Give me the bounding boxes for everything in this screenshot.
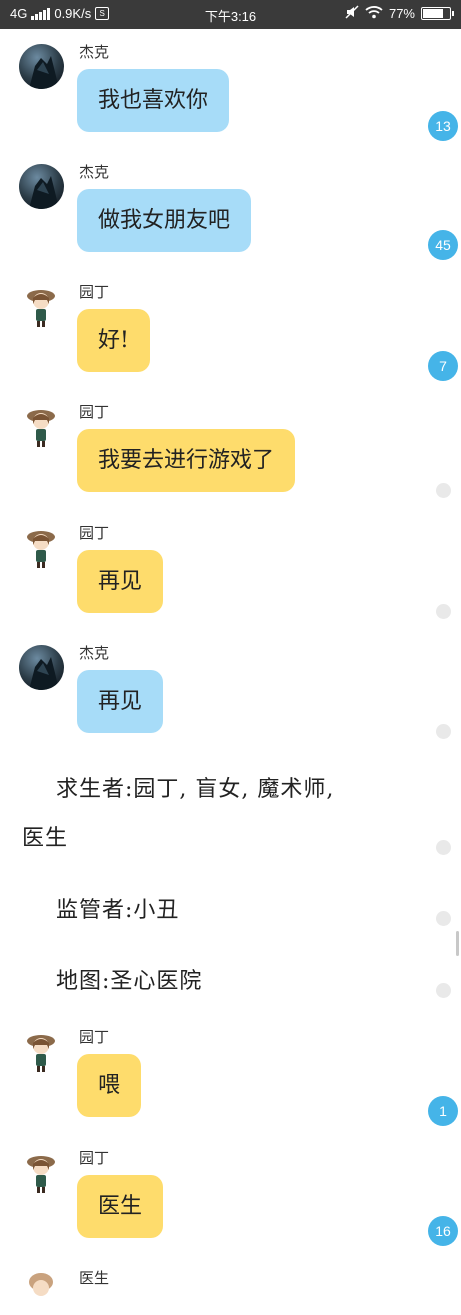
scrollbar-thumb[interactable]: [456, 931, 459, 956]
jack-avatar[interactable]: [19, 44, 64, 89]
gardener-avatar[interactable]: [19, 1150, 64, 1195]
message-bubble[interactable]: 好!: [77, 309, 150, 372]
message-count-badge[interactable]: 16: [428, 1216, 458, 1246]
sender-name: 医生: [79, 1269, 110, 1287]
sender-name: 园丁: [79, 1149, 110, 1167]
gardener-avatar[interactable]: [19, 525, 64, 570]
message-count-badge[interactable]: 45: [428, 230, 458, 260]
gardener-avatar[interactable]: [19, 404, 64, 449]
message-bubble[interactable]: 做我女朋友吧: [77, 189, 252, 252]
message-bubble[interactable]: 医生: [77, 1175, 164, 1238]
message-count-badge[interactable]: 7: [428, 351, 458, 381]
gardener-avatar[interactable]: [19, 284, 64, 329]
narration-map[interactable]: 地图:圣心医院: [56, 963, 202, 995]
wifi-icon: [365, 5, 383, 22]
sender-name: 园丁: [79, 524, 110, 542]
message-bubble[interactable]: 我也喜欢你: [77, 69, 230, 132]
read-indicator: [436, 483, 451, 498]
message-bubble[interactable]: 我要去进行游戏了: [77, 429, 296, 492]
jack-avatar[interactable]: [19, 164, 64, 209]
message-bubble[interactable]: 再见: [77, 670, 164, 733]
sender-name: 园丁: [79, 403, 110, 421]
status-bar: 4G 0.9K/s S 下午3:16 77%: [0, 0, 461, 29]
message-bubble[interactable]: 再见: [77, 550, 164, 613]
read-indicator: [436, 911, 451, 926]
message-count-badge[interactable]: 13: [428, 111, 458, 141]
message-bubble[interactable]: 喂: [77, 1054, 142, 1117]
sender-name: 园丁: [79, 1028, 110, 1046]
message-count-badge[interactable]: 1: [428, 1096, 458, 1126]
status-right: 77%: [345, 5, 454, 22]
doctor-avatar[interactable]: [19, 1270, 64, 1315]
battery-icon: [421, 7, 454, 20]
gardener-avatar[interactable]: [19, 1029, 64, 1074]
narration-survivors[interactable]: 求生者:园丁, 盲女, 魔术师,: [56, 771, 334, 803]
mute-icon: [345, 5, 359, 22]
jack-avatar[interactable]: [19, 645, 64, 690]
read-indicator: [436, 604, 451, 619]
read-indicator: [436, 724, 451, 739]
sender-name: 杰克: [79, 43, 110, 61]
read-indicator: [436, 840, 451, 855]
narration-hunter[interactable]: 监管者:小丑: [56, 892, 179, 924]
sender-name: 杰克: [79, 644, 110, 662]
narration-survivors-cont[interactable]: 医生: [22, 820, 68, 852]
battery-percent: 77%: [388, 6, 415, 21]
read-indicator: [436, 983, 451, 998]
sender-name: 园丁: [79, 283, 110, 301]
sender-name: 杰克: [79, 163, 110, 181]
